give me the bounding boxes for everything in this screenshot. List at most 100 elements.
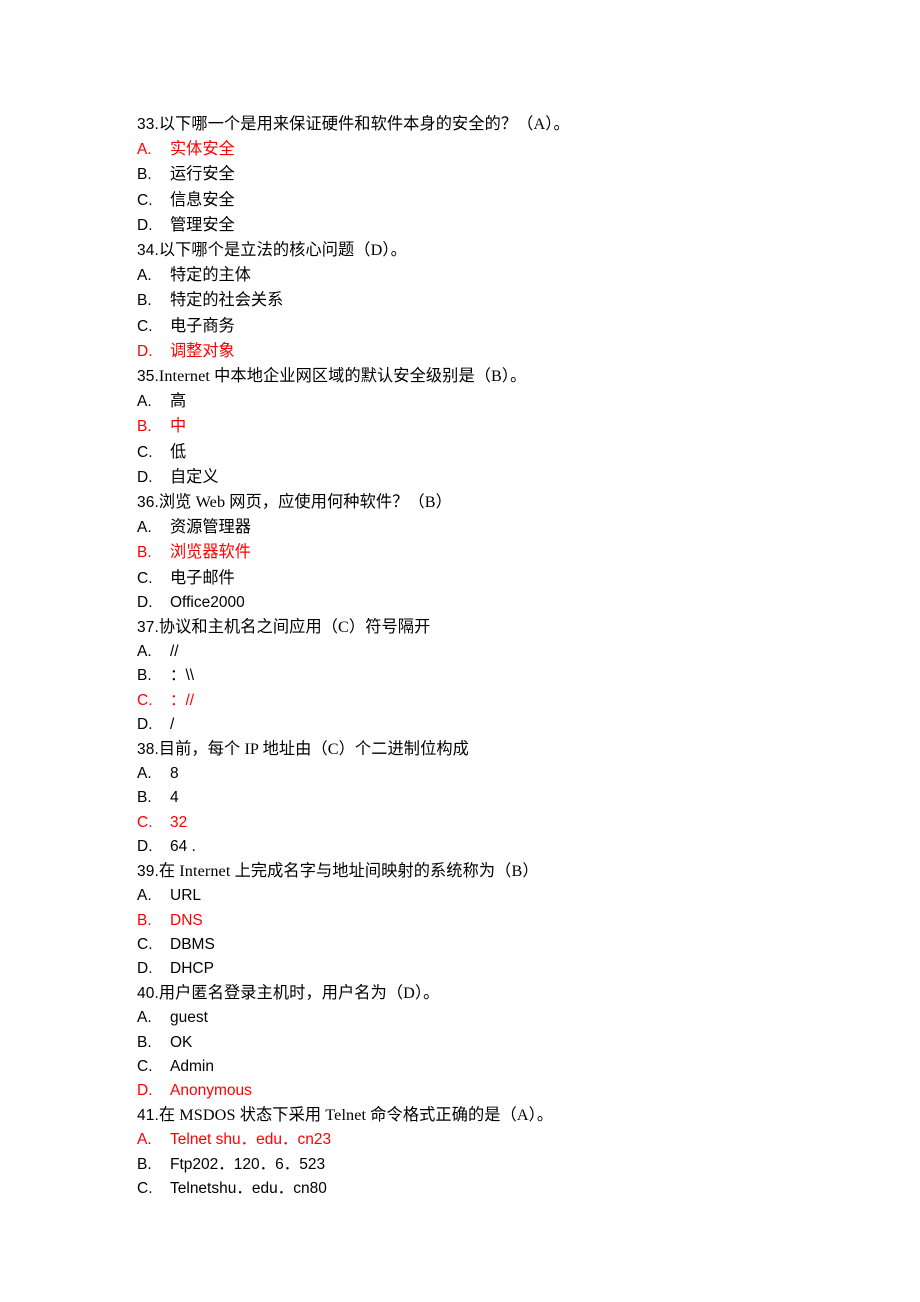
option-item[interactable]: D. 64 . (137, 835, 837, 859)
option-letter: D. (137, 1081, 153, 1099)
option-item[interactable]: B. ：\\ (137, 664, 837, 688)
option-item[interactable]: D. 调整对象 (137, 339, 837, 364)
option-text: 电子邮件 (170, 568, 235, 587)
option-letter: D. (137, 216, 153, 234)
option-letter: B. (137, 1155, 152, 1173)
option-letter: B. (137, 418, 152, 436)
option-list: A. 资源管理器 B. 浏览器软件 C. 电子邮件 D. Office2000 (137, 515, 837, 615)
option-letter: D. (137, 959, 153, 977)
option-item[interactable]: A. 高 (137, 389, 837, 414)
option-list: A. 高 B. 中 C. 低 D. 自定义 (137, 389, 837, 490)
option-text: Admin (170, 1057, 214, 1075)
option-letter: B. (137, 667, 152, 685)
option-letter: C. (137, 1179, 153, 1197)
question-number: 36. (137, 494, 159, 512)
option-list: A. 特定的主体 B. 特定的社会关系 C. 电子商务 D. 调整对象 (137, 263, 837, 364)
option-item[interactable]: B. 运行安全 (137, 162, 837, 187)
option-item[interactable]: C. Telnetshu．edu．cn80 (137, 1177, 837, 1201)
option-text: 管理安全 (170, 215, 235, 234)
option-item[interactable]: B. DNS (137, 909, 837, 933)
option-text: 4 (170, 789, 179, 807)
question-number: 37. (137, 619, 159, 637)
option-item[interactable]: D. DHCP (137, 957, 837, 981)
option-item[interactable]: B. 中 (137, 414, 837, 439)
question-block: 41.在 MSDOS 状态下采用 Telnet 命令格式正确的是（A）。 A. Te… (137, 1103, 837, 1201)
option-item[interactable]: C. 低 (137, 440, 837, 465)
option-item[interactable]: D. / (137, 713, 837, 737)
option-item[interactable]: B. 浏览器软件 (137, 540, 837, 565)
option-item[interactable]: A. Telnet shu．edu．cn23 (137, 1128, 837, 1152)
question-number: 34. (137, 242, 159, 260)
option-letter: B. (137, 292, 152, 310)
document-page: 33.以下哪一个是用来保证硬件和软件本身的安全的？（A）。 A. 实体安全 B. 运行安… (0, 0, 920, 1302)
option-item[interactable]: D. Anonymous (137, 1079, 837, 1103)
question-block: 39.在 Internet 上完成名字与地址间映射的系统称为（B） A. URL B.… (137, 859, 837, 981)
option-item[interactable]: D. 管理安全 (137, 213, 837, 238)
question-number: 38. (137, 741, 159, 759)
option-letter: D. (137, 593, 153, 611)
question-text: 在 Internet 上完成名字与地址间映射的系统称为（B） (158, 862, 539, 881)
option-text: 32 (170, 813, 188, 831)
option-item[interactable]: B. Ftp202．120．6．523 (137, 1153, 837, 1177)
option-letter: C. (137, 569, 153, 587)
option-item[interactable]: B. 4 (137, 786, 837, 810)
option-text: 电子商务 (170, 316, 235, 335)
option-letter: C. (137, 813, 153, 831)
question-stem: 35.Internet 中本地企业网区域的默认安全级别是（B）。 (137, 364, 837, 389)
question-stem: 33.以下哪一个是用来保证硬件和软件本身的安全的？（A）。 (137, 112, 837, 137)
question-text: 用户匿名登录主机时，用户名为（D）。 (158, 984, 440, 1003)
option-item[interactable]: C. 32 (137, 811, 837, 835)
option-item[interactable]: A. 实体安全 (137, 137, 837, 162)
option-text: Ftp202．120．6．523 (170, 1155, 326, 1173)
question-stem: 34.以下哪个是立法的核心问题（D）。 (137, 238, 837, 263)
option-text: 运行安全 (170, 165, 235, 184)
option-list: A. guest B. OK C. Admin D. Anonymous (137, 1006, 837, 1103)
question-stem: 41.在 MSDOS 状态下采用 Telnet 命令格式正确的是（A）。 (137, 1103, 837, 1128)
option-text: 8 (170, 765, 179, 783)
question-stem: 40.用户匿名登录主机时，用户名为（D）。 (137, 981, 837, 1006)
option-letter: C. (137, 443, 153, 461)
option-text: 信息安全 (170, 190, 235, 209)
question-text: 目前，每个 IP 地址由（C）个二进制位构成 (158, 740, 469, 759)
option-item[interactable]: C. 信息安全 (137, 188, 837, 213)
option-text: OK (170, 1033, 193, 1051)
option-text: 中 (170, 417, 187, 436)
question-stem: 39.在 Internet 上完成名字与地址间映射的系统称为（B） (137, 859, 837, 884)
option-letter: C. (137, 1057, 153, 1075)
option-text: Telnet shu．edu．cn23 (170, 1131, 332, 1149)
option-item[interactable]: C. 电子商务 (137, 314, 837, 339)
option-item[interactable]: B. OK (137, 1031, 837, 1055)
option-list: A. // B. ：\\ C. ：// D. / (137, 640, 837, 737)
option-item[interactable]: A. 资源管理器 (137, 515, 837, 540)
option-item[interactable]: A. // (137, 640, 837, 664)
option-item[interactable]: C. 电子邮件 (137, 566, 837, 591)
option-item[interactable]: A. guest (137, 1006, 837, 1030)
option-letter: C. (137, 191, 153, 209)
option-item[interactable]: C. Admin (137, 1055, 837, 1079)
option-letter: D. (137, 837, 153, 855)
option-text: 特定的社会关系 (170, 291, 284, 310)
option-item[interactable]: D. Office2000 (137, 591, 837, 615)
question-block: 38.目前，每个 IP 地址由（C）个二进制位构成 A. 8 B. 4 C. 32 D. 64 … (137, 737, 837, 859)
option-letter: D. (137, 342, 153, 360)
question-block: 36.浏览 Web 网页，应使用何种软件？（B） A. 资源管理器 B. 浏览器软件 C.… (137, 490, 837, 615)
option-text: / (170, 715, 175, 733)
option-text: // (170, 643, 179, 661)
question-block: 37.协议和主机名之间应用（C）符号隔开 A. // B. ：\\ C. ：// D. / (137, 615, 837, 737)
question-stem: 36.浏览 Web 网页，应使用何种软件？（B） (137, 490, 837, 515)
option-item[interactable]: B. 特定的社会关系 (137, 288, 837, 313)
option-text: 64 . (170, 837, 196, 855)
option-item[interactable]: A. 8 (137, 762, 837, 786)
option-item[interactable]: A. URL (137, 884, 837, 908)
option-item[interactable]: D. 自定义 (137, 465, 837, 490)
question-text: Internet 中本地企业网区域的默认安全级别是（B）。 (158, 367, 527, 386)
question-number: 40. (137, 985, 159, 1003)
option-item[interactable]: C. DBMS (137, 933, 837, 957)
question-text: 以下哪一个是用来保证硬件和软件本身的安全的？（A）。 (158, 115, 570, 133)
option-item[interactable]: A. 特定的主体 (137, 263, 837, 288)
option-letter: A. (137, 1131, 152, 1149)
option-letter: A. (137, 1009, 152, 1027)
option-text: 实体安全 (170, 140, 235, 159)
question-block: 33.以下哪一个是用来保证硬件和软件本身的安全的？（A）。 A. 实体安全 B. 运行安… (137, 112, 837, 238)
option-item[interactable]: C. ：// (137, 689, 837, 713)
